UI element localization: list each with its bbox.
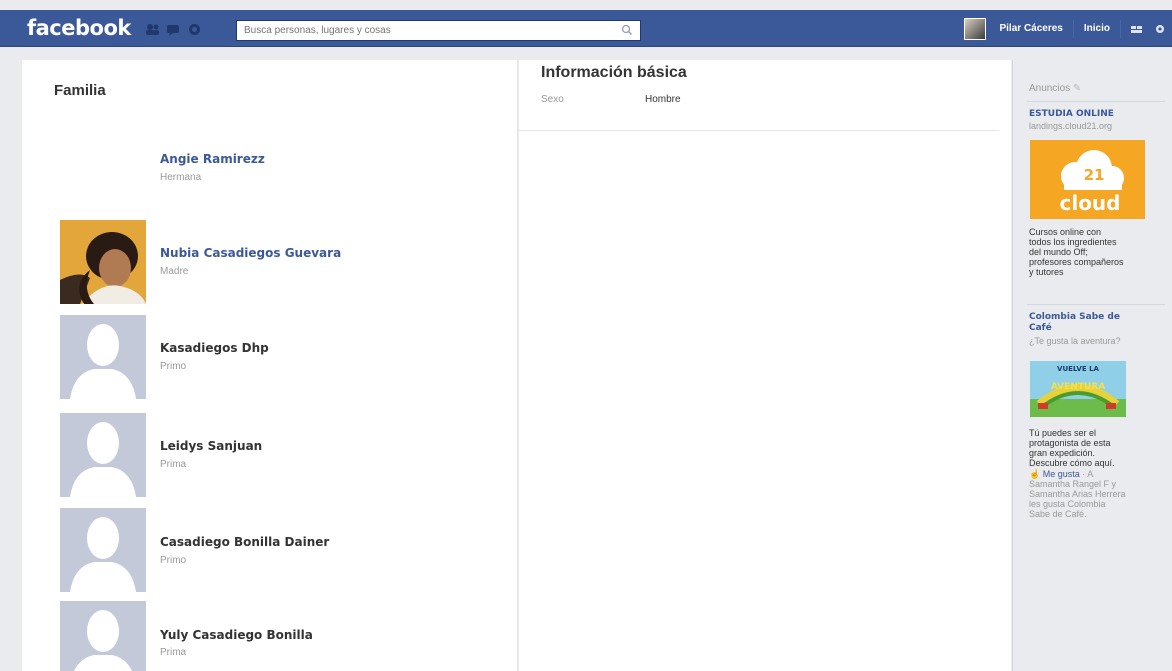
social-line: Sabe de Café.	[1029, 509, 1087, 519]
ad-text-line: profesores compañeros	[1029, 257, 1124, 267]
facebook-logo[interactable]: facebook	[27, 16, 131, 40]
search-icon[interactable]	[621, 24, 633, 36]
ad2-image[interactable]: VUELVE LA AVENTURA	[1030, 361, 1126, 420]
settings-gear-icon[interactable]	[1154, 23, 1166, 35]
nav-divider	[1120, 19, 1121, 38]
family-member: Casadiego Bonilla Dainer Primo	[60, 508, 500, 592]
ad1-image-number: 21	[1084, 166, 1105, 184]
thumbs-up-icon: ☝	[1029, 469, 1041, 479]
default-avatar-icon[interactable]	[60, 315, 146, 399]
search-box[interactable]	[236, 20, 641, 41]
member-name[interactable]: Nubia Casadiegos Guevara	[160, 246, 341, 260]
divider	[1027, 101, 1165, 102]
profile-picture[interactable]	[60, 146, 146, 230]
default-avatar-icon[interactable]	[60, 508, 146, 592]
basic-info-title: Información básica	[541, 64, 687, 81]
member-relation: Hermana	[160, 172, 202, 183]
notifications-icon[interactable]	[187, 23, 202, 36]
avatar[interactable]	[964, 17, 987, 40]
ad2-title-line: Colombia Sabe de	[1029, 312, 1120, 322]
ad1-title[interactable]: ESTUDIA ONLINE	[1029, 109, 1114, 120]
member-relation: Madre	[160, 266, 189, 277]
member-name: Kasadiegos Dhp	[160, 341, 269, 355]
ad1-image[interactable]: 21 cloud	[1030, 140, 1145, 222]
ad2-title-line: Café	[1029, 323, 1052, 333]
search-input[interactable]	[237, 21, 617, 40]
home-link[interactable]: Inicio	[1078, 23, 1116, 34]
ad2-social-context: ☝ Me gusta · A Samantha Rangel F y Saman…	[1029, 469, 1165, 519]
ad2-subtitle: ¿Te gusta la aventura?	[1029, 336, 1121, 346]
member-relation: Prima	[160, 647, 187, 658]
default-avatar-icon[interactable]	[60, 601, 146, 671]
ads-title: Anuncios ✎	[1029, 83, 1081, 94]
ad-text-line: Tú puedes ser el	[1029, 428, 1097, 438]
family-member: Nubia Casadiegos Guevara Madre	[60, 220, 500, 304]
ad2-image-main: AVENTURA	[1051, 382, 1105, 392]
jewel-icons	[145, 23, 202, 36]
social-line: les gusta Colombia	[1029, 499, 1106, 509]
member-name: Casadiego Bonilla Dainer	[160, 535, 330, 549]
member-relation: Primo	[160, 361, 187, 372]
divider	[519, 130, 999, 131]
top-bar: facebook Pilar Cáceres Inicio	[0, 0, 1172, 50]
ad1-url[interactable]: landings.cloud21.org	[1029, 121, 1112, 131]
ad2-image-top: VUELVE LA	[1057, 365, 1099, 373]
ad-text-line: Cursos online con	[1029, 227, 1102, 237]
family-member: Leidys Sanjuan Prima	[60, 413, 500, 497]
like-label: Me gusta	[1042, 469, 1080, 479]
basic-info-section: Información básica Sexo Hombre	[519, 60, 1011, 671]
ad2-text[interactable]: Tú puedes ser el protagonista de esta gr…	[1029, 428, 1165, 468]
ads-title-text: Anuncios	[1029, 83, 1071, 94]
nav-divider	[1072, 19, 1074, 38]
profile-link[interactable]: Pilar Cáceres	[993, 23, 1068, 34]
ad2-title[interactable]: Colombia Sabe de Café	[1029, 312, 1120, 334]
member-relation: Prima	[160, 459, 187, 470]
sex-row: Sexo Hombre	[541, 94, 681, 105]
ad-text-line: Descubre cómo aquí.	[1029, 458, 1115, 468]
member-name: Leidys Sanjuan	[160, 439, 263, 453]
family-member: Kasadiegos Dhp Primo	[60, 315, 500, 399]
family-member: Yuly Casadiego Bonilla Prima	[60, 601, 500, 671]
social-line: · A	[1079, 469, 1094, 479]
ad-text-line: todos los ingredientes	[1029, 237, 1117, 247]
member-relation: Primo	[160, 555, 187, 566]
right-nav: Pilar Cáceres Inicio	[964, 10, 1172, 47]
ad-text-line: gran expedición.	[1029, 448, 1096, 458]
privacy-shortcuts-icon[interactable]	[1131, 24, 1142, 34]
ads-info-icon[interactable]: ✎	[1073, 83, 1081, 94]
ad-text-line: del mundo Off;	[1029, 247, 1088, 257]
default-avatar-icon[interactable]	[60, 413, 146, 497]
member-name[interactable]: Angie Ramirezz	[160, 152, 265, 166]
ad1-image-word: cloud	[1059, 191, 1120, 215]
ad1-text[interactable]: Cursos online con todos los ingredientes…	[1029, 227, 1165, 277]
divider	[1027, 304, 1165, 305]
social-line: Samantha Arias Herrera	[1029, 489, 1126, 499]
family-section: Familia Angie Ramirezz Hermana Nubia Cas…	[22, 60, 518, 671]
social-line: Samantha Rangel F y	[1029, 479, 1117, 489]
blue-bar: facebook Pilar Cáceres Inicio	[0, 10, 1172, 47]
profile-picture[interactable]	[60, 220, 146, 304]
ad-text-line: protagonista de esta	[1029, 438, 1111, 448]
friend-requests-icon[interactable]	[145, 23, 160, 36]
family-member: Angie Ramirezz Hermana	[60, 146, 500, 230]
sex-label: Sexo	[541, 94, 564, 105]
ad-text-line: y tutores	[1029, 267, 1064, 277]
messages-icon[interactable]	[166, 23, 181, 36]
family-title: Familia	[54, 82, 106, 99]
member-name: Yuly Casadiego Bonilla	[160, 628, 313, 642]
sex-value: Hombre	[645, 94, 681, 105]
ads-column: Anuncios ✎ ESTUDIA ONLINE landings.cloud…	[1012, 60, 1172, 671]
like-link[interactable]: ☝ Me gusta	[1029, 469, 1080, 479]
